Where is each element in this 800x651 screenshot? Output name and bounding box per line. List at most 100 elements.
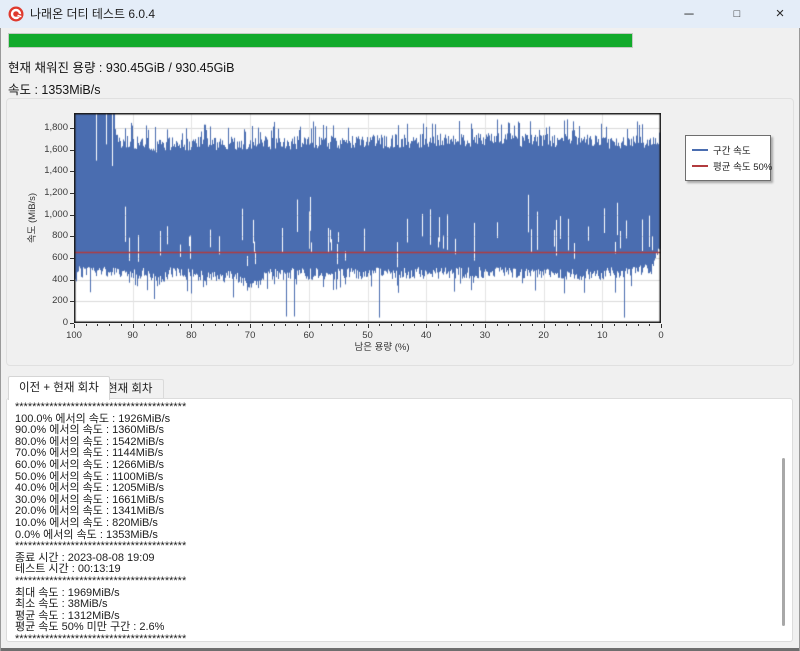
x-tick-mark <box>543 324 545 328</box>
y-tick-label: 200 <box>52 295 68 307</box>
x-tick-label: 0 <box>658 330 664 341</box>
log-scrollbar-thumb[interactable] <box>782 458 785 626</box>
x-tick-mark <box>132 324 134 328</box>
x-tick-mark <box>250 324 252 328</box>
maximize-button[interactable]: □ <box>714 0 760 28</box>
x-tick-mark <box>602 324 604 328</box>
y-tick-mark <box>70 149 74 151</box>
tab-previous-plus-current-round[interactable]: 이전 + 현재 회차 <box>8 376 110 400</box>
x-tick-mark <box>555 324 557 326</box>
x-tick-mark <box>379 324 381 326</box>
x-tick-mark <box>649 324 651 326</box>
x-tick-mark <box>238 324 240 326</box>
log-output[interactable]: ****************************************… <box>15 401 768 641</box>
x-tick-mark <box>625 324 627 326</box>
x-tick-mark <box>578 324 580 326</box>
speed-chart-canvas <box>74 113 661 323</box>
x-tick-mark <box>402 324 404 326</box>
y-tick-mark <box>70 214 74 216</box>
x-tick-mark <box>496 324 498 326</box>
x-tick-mark <box>355 324 357 326</box>
x-tick-mark <box>297 324 299 326</box>
minimize-button[interactable]: ─ <box>666 0 712 28</box>
chart-legend: 구간 속도평균 속도 50% <box>685 135 772 181</box>
x-tick-mark <box>285 324 287 326</box>
x-tick-mark <box>308 324 310 328</box>
x-tick-mark <box>437 324 439 326</box>
y-tick-label: 0 <box>62 317 68 328</box>
y-tick-mark <box>70 301 74 303</box>
x-tick-mark <box>367 324 369 328</box>
x-tick-mark <box>520 324 522 326</box>
y-tick-label: 1,800 <box>44 122 68 134</box>
x-tick-label: 40 <box>420 330 432 341</box>
legend-line-swatch <box>692 149 708 151</box>
y-tick-label: 400 <box>52 273 68 285</box>
y-tick-label: 600 <box>52 252 68 264</box>
y-tick-mark <box>70 279 74 281</box>
x-tick-mark <box>214 324 216 326</box>
x-tick-mark <box>449 324 451 326</box>
legend-entry: 평균 속도 50% <box>692 159 772 173</box>
x-tick-mark <box>85 324 87 326</box>
y-tick-label: 800 <box>52 230 68 242</box>
legend-label: 평균 속도 50% <box>713 162 773 173</box>
x-tick-label: 80 <box>186 330 197 341</box>
x-tick-mark <box>426 324 428 328</box>
y-tick-label: 1,600 <box>44 143 68 155</box>
x-tick-mark <box>144 324 146 326</box>
x-tick-mark <box>167 324 169 326</box>
y-tick-mark <box>70 193 74 195</box>
speed-status-label: 속도 : 1353MiB/s <box>8 83 101 97</box>
x-tick-mark <box>97 324 99 326</box>
x-tick-mark <box>567 324 569 326</box>
x-tick-label: 30 <box>479 330 491 341</box>
x-tick-mark <box>484 324 486 328</box>
x-tick-label: 20 <box>538 330 549 341</box>
x-tick-mark <box>508 324 510 326</box>
y-tick-label: 1,000 <box>44 208 68 220</box>
close-button[interactable]: × <box>760 0 800 28</box>
x-tick-mark <box>637 324 639 326</box>
y-tick-label: 1,200 <box>44 187 68 199</box>
y-tick-mark <box>70 258 74 260</box>
x-tick-mark <box>661 324 662 328</box>
x-tick-mark <box>614 324 616 326</box>
x-tick-mark <box>473 324 475 326</box>
x-tick-mark <box>179 324 181 326</box>
x-tick-mark <box>109 324 111 326</box>
y-tick-mark <box>70 171 74 173</box>
y-tick-mark <box>70 236 74 238</box>
fill-progress-bar <box>8 33 633 48</box>
x-tick-mark <box>320 324 322 326</box>
result-tabs: 이전 + 현재 회차 현재 회차 <box>0 376 800 400</box>
capacity-status-label: 현재 채워진 용량 : 930.45GiB / 930.45GiB <box>8 61 235 75</box>
app-window: 나래온 더티 테스트 6.0.4 ─ □ × 현재 채워진 용량 : 930.4… <box>0 0 800 651</box>
x-tick-label: 60 <box>303 330 315 341</box>
x-tick-label: 50 <box>362 330 373 341</box>
x-tick-mark <box>74 324 75 328</box>
x-tick-mark <box>531 324 533 326</box>
x-tick-mark <box>226 324 228 326</box>
x-axis-label: 남은 용량 (%) <box>354 342 410 353</box>
x-tick-label: 90 <box>127 330 138 341</box>
x-tick-mark <box>203 324 205 326</box>
x-tick-mark <box>156 324 158 326</box>
x-tick-mark <box>191 324 193 328</box>
x-tick-mark <box>261 324 263 326</box>
x-tick-mark <box>590 324 592 326</box>
x-tick-mark <box>344 324 346 326</box>
x-tick-mark <box>414 324 416 326</box>
y-tick-label: 1,400 <box>44 165 68 177</box>
x-tick-mark <box>273 324 275 326</box>
window-title: 나래온 더티 테스트 6.0.4 <box>30 7 156 21</box>
x-tick-mark <box>332 324 334 326</box>
y-tick-mark <box>70 128 74 130</box>
x-tick-mark <box>120 324 122 326</box>
x-tick-mark <box>390 324 392 326</box>
x-tick-label: 100 <box>66 330 82 341</box>
title-bar[interactable]: 나래온 더티 테스트 6.0.4 ─ □ × <box>0 0 800 28</box>
x-tick-mark <box>461 324 463 326</box>
x-tick-label: 70 <box>244 330 256 341</box>
legend-label: 구간 속도 <box>713 146 751 157</box>
